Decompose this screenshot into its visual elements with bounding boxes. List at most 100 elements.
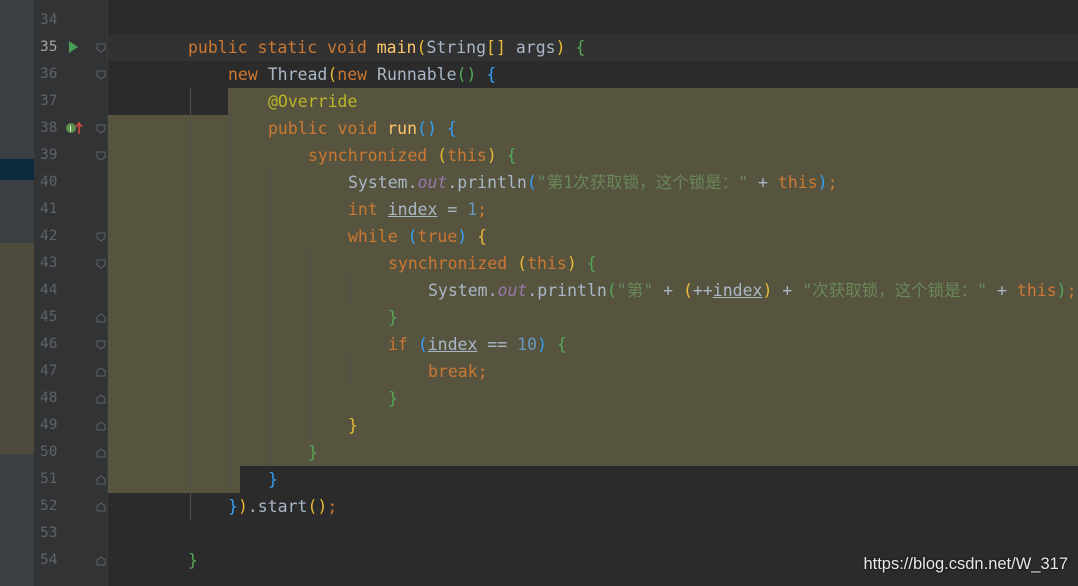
code-token: "第": [616, 281, 654, 300]
svg-text:I: I: [69, 125, 71, 134]
code-token: ): [566, 254, 587, 273]
code-token: this: [527, 254, 567, 273]
code-token: {: [477, 227, 488, 246]
code-line[interactable]: }).start();: [228, 493, 337, 520]
fold-start-marker[interactable]: [96, 70, 106, 80]
line-number: 40: [40, 174, 58, 190]
code-line[interactable]: }: [308, 439, 318, 466]
code-line[interactable]: if (index == 10) {: [388, 331, 567, 358]
fold-end-marker[interactable]: [96, 556, 106, 566]
code-line[interactable]: public static void main(String[] args) {: [188, 34, 585, 61]
code-token: }: [388, 308, 398, 327]
line-number: 54: [40, 552, 58, 568]
line-number: 48: [40, 390, 58, 406]
code-token: {: [586, 254, 597, 273]
code-editor[interactable]: 34 35 36 37 38 39 40 41 42 43 44 45 46 47 48 49 50 51 52 53…: [0, 0, 1078, 586]
code-token: ;: [827, 173, 838, 192]
code-token: .println: [447, 173, 527, 192]
code-token: (: [682, 281, 693, 300]
fold-end-marker[interactable]: [96, 313, 106, 323]
fold-start-marker[interactable]: [96, 124, 106, 134]
left-tool-strip: [0, 0, 34, 586]
code-token: ): [537, 335, 557, 354]
code-line[interactable]: }: [388, 304, 398, 331]
code-token: out: [417, 173, 448, 192]
code-token: while: [348, 227, 408, 246]
selection-last-line: [108, 466, 240, 493]
code-line[interactable]: new Thread(new Runnable() {: [228, 61, 496, 88]
code-token: Runnable: [377, 65, 457, 84]
code-token: }: [308, 443, 318, 462]
code-line[interactable]: int index = 1;: [348, 196, 487, 223]
fold-end-marker[interactable]: [96, 394, 106, 404]
code-token: ;: [477, 362, 488, 381]
fold-end-marker[interactable]: [96, 367, 106, 377]
code-token: (): [417, 119, 447, 138]
code-token: args: [515, 38, 556, 57]
indent-guide: [310, 250, 311, 439]
indent-guide: [190, 88, 191, 520]
fold-end-marker[interactable]: [96, 502, 106, 512]
code-line[interactable]: synchronized (this) {: [308, 142, 517, 169]
code-token: (: [407, 227, 418, 246]
line-number: 52: [40, 498, 58, 514]
code-token: System.: [348, 173, 418, 192]
code-token: (): [307, 497, 328, 516]
run-icon[interactable]: [67, 40, 79, 54]
code-line[interactable]: }: [268, 466, 278, 493]
code-token: =: [437, 200, 468, 219]
code-line[interactable]: public void run() {: [268, 115, 457, 142]
line-number: 34: [40, 12, 58, 28]
code-token: {: [446, 119, 457, 138]
code-token: @Override: [268, 92, 358, 111]
code-token: ): [555, 38, 576, 57]
watermark: https://blog.csdn.net/W_317: [863, 555, 1068, 573]
code-token: +: [748, 173, 778, 192]
code-token: (: [526, 173, 537, 192]
code-token: 10: [517, 335, 538, 354]
code-token: ): [457, 227, 478, 246]
code-line[interactable]: System.out.println("第1次获取锁，这个锁是：" + this…: [348, 169, 838, 196]
fold-start-marker[interactable]: [96, 259, 106, 269]
code-line[interactable]: }: [188, 547, 198, 574]
line-number: 46: [40, 336, 58, 352]
code-line[interactable]: @Override: [268, 88, 357, 115]
line-number: 43: [40, 255, 58, 271]
override-method-icon[interactable]: I: [64, 120, 84, 136]
code-token: }: [388, 389, 398, 408]
code-token: index: [387, 200, 438, 219]
indent-guide: [230, 115, 231, 493]
indent-guide: [350, 358, 351, 385]
fold-start-marker[interactable]: [96, 232, 106, 242]
fold-start-marker[interactable]: [96, 151, 106, 161]
fold-end-marker[interactable]: [96, 448, 106, 458]
code-line[interactable]: while (true) {: [348, 223, 487, 250]
indent-guide: [350, 277, 351, 304]
line-number: 36: [40, 66, 58, 82]
fold-start-marker[interactable]: [96, 43, 106, 53]
code-token: (: [327, 65, 338, 84]
code-line[interactable]: }: [388, 385, 398, 412]
code-token: "第1次获取锁，这个锁是：": [536, 173, 749, 192]
code-token: ==: [477, 335, 518, 354]
code-line[interactable]: System.out.println("第" + (++index) + "次获…: [428, 277, 1077, 304]
code-token: synchronized: [308, 146, 438, 165]
code-token: run: [387, 119, 418, 138]
code-token: ;: [1066, 281, 1077, 300]
code-token: +: [987, 281, 1017, 300]
fold-end-marker[interactable]: [96, 421, 106, 431]
code-token: "次获取锁，这个锁是：": [802, 281, 988, 300]
code-token: ): [817, 173, 828, 192]
code-token: out: [497, 281, 528, 300]
code-token: (: [606, 281, 617, 300]
line-number-partial: [34, 574, 72, 586]
code-line[interactable]: synchronized (this) {: [388, 250, 597, 277]
line-number: 53: [40, 525, 58, 541]
fold-start-marker[interactable]: [96, 340, 106, 350]
code-token: synchronized: [388, 254, 518, 273]
code-token: true: [417, 227, 458, 246]
fold-end-marker[interactable]: [96, 475, 106, 485]
code-line[interactable]: }: [348, 412, 358, 439]
code-token: {: [486, 65, 497, 84]
code-line[interactable]: break;: [428, 358, 488, 385]
